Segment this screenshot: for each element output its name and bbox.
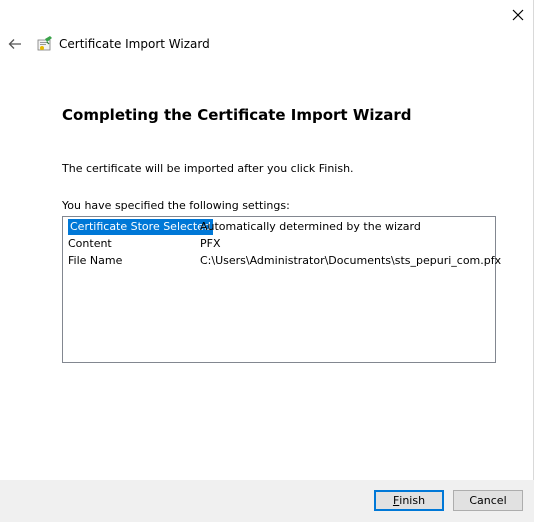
wizard-window: Certificate Import Wizard Completing the… <box>0 0 534 522</box>
setting-value: Automatically determined by the wizard <box>200 220 421 233</box>
setting-value: C:\Users\Administrator\Documents\sts_pep… <box>200 254 502 267</box>
list-item[interactable]: Content PFX <box>63 236 495 252</box>
settings-label: You have specified the following setting… <box>62 199 290 212</box>
cancel-button[interactable]: Cancel <box>453 490 523 511</box>
intro-text: The certificate will be imported after y… <box>62 162 354 175</box>
close-icon <box>512 9 524 21</box>
close-button[interactable] <box>504 2 532 28</box>
list-item[interactable]: Certificate Store Selected Automatically… <box>63 219 495 235</box>
page-heading: Completing the Certificate Import Wizard <box>62 106 412 124</box>
finish-button[interactable]: Finish <box>374 490 444 511</box>
back-arrow-icon <box>8 39 21 49</box>
finish-label: inish <box>399 494 426 507</box>
list-item[interactable]: File Name C:\Users\Administrator\Documen… <box>63 253 501 269</box>
certificate-wizard-icon <box>37 36 52 51</box>
back-button[interactable] <box>4 34 26 54</box>
window-title: Certificate Import Wizard <box>59 37 210 51</box>
setting-key: File Name <box>68 254 123 267</box>
setting-key: Content <box>68 237 112 250</box>
settings-list[interactable]: Certificate Store Selected Automatically… <box>62 216 501 363</box>
setting-key: Certificate Store Selected <box>68 219 213 235</box>
setting-value: PFX <box>200 237 221 250</box>
